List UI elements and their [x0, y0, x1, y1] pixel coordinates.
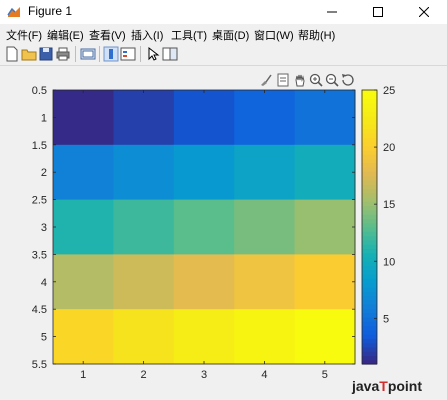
- pan-icon[interactable]: [293, 73, 307, 87]
- zoom-in-icon[interactable]: [309, 73, 323, 87]
- menu-file[interactable]: 文件(F): [6, 27, 42, 43]
- watermark-text-right: point: [387, 378, 423, 394]
- print-icon[interactable]: [55, 46, 71, 62]
- matlab-figure-icon: [7, 7, 20, 17]
- close-icon: [419, 7, 429, 17]
- new-figure-icon[interactable]: [4, 46, 20, 62]
- save-icon[interactable]: [38, 46, 54, 62]
- edit-plot-icon[interactable]: [145, 46, 161, 62]
- menu-window[interactable]: 窗口(W): [254, 27, 294, 43]
- window-title: Figure 1: [28, 4, 73, 18]
- restore-view-icon[interactable]: [341, 73, 355, 87]
- link-plot-icon[interactable]: [80, 46, 96, 62]
- watermark-text-v: T: [379, 378, 388, 394]
- property-inspector-icon[interactable]: [162, 46, 178, 62]
- menu-tools[interactable]: 工具(T): [171, 27, 207, 43]
- data-tips-icon[interactable]: [276, 73, 290, 87]
- figure-canvas: [0, 66, 447, 400]
- maximize-icon: [373, 7, 383, 17]
- minimize-icon: [327, 11, 337, 13]
- brush-icon[interactable]: [259, 73, 273, 87]
- watermark-text-left: java: [352, 378, 380, 394]
- toolbar-separator: [75, 46, 76, 62]
- zoom-out-icon[interactable]: [325, 73, 339, 87]
- menu-bar: 文件(F) 编辑(E) 查看(V) 插入(I) 工具(T) 桌面(D) 窗口(W…: [0, 24, 447, 43]
- menu-edit[interactable]: 编辑(E): [47, 27, 84, 43]
- figure-toolbar: [0, 43, 447, 66]
- toolbar-separator: [140, 46, 141, 62]
- toolbar-separator: [99, 46, 100, 62]
- insert-legend-icon[interactable]: [120, 46, 136, 62]
- menu-desktop[interactable]: 桌面(D): [212, 27, 249, 43]
- menu-view[interactable]: 查看(V): [89, 27, 126, 43]
- watermark: javaTpoint: [352, 378, 422, 394]
- maximize-button[interactable]: [355, 0, 401, 24]
- minimize-button[interactable]: [309, 0, 355, 24]
- title-bar: Figure 1: [0, 0, 447, 24]
- open-file-icon[interactable]: [21, 46, 37, 62]
- menu-insert[interactable]: 插入(I): [131, 27, 163, 43]
- close-button[interactable]: [401, 0, 447, 24]
- insert-colorbar-icon[interactable]: [103, 46, 119, 62]
- menu-help[interactable]: 帮助(H): [298, 27, 335, 43]
